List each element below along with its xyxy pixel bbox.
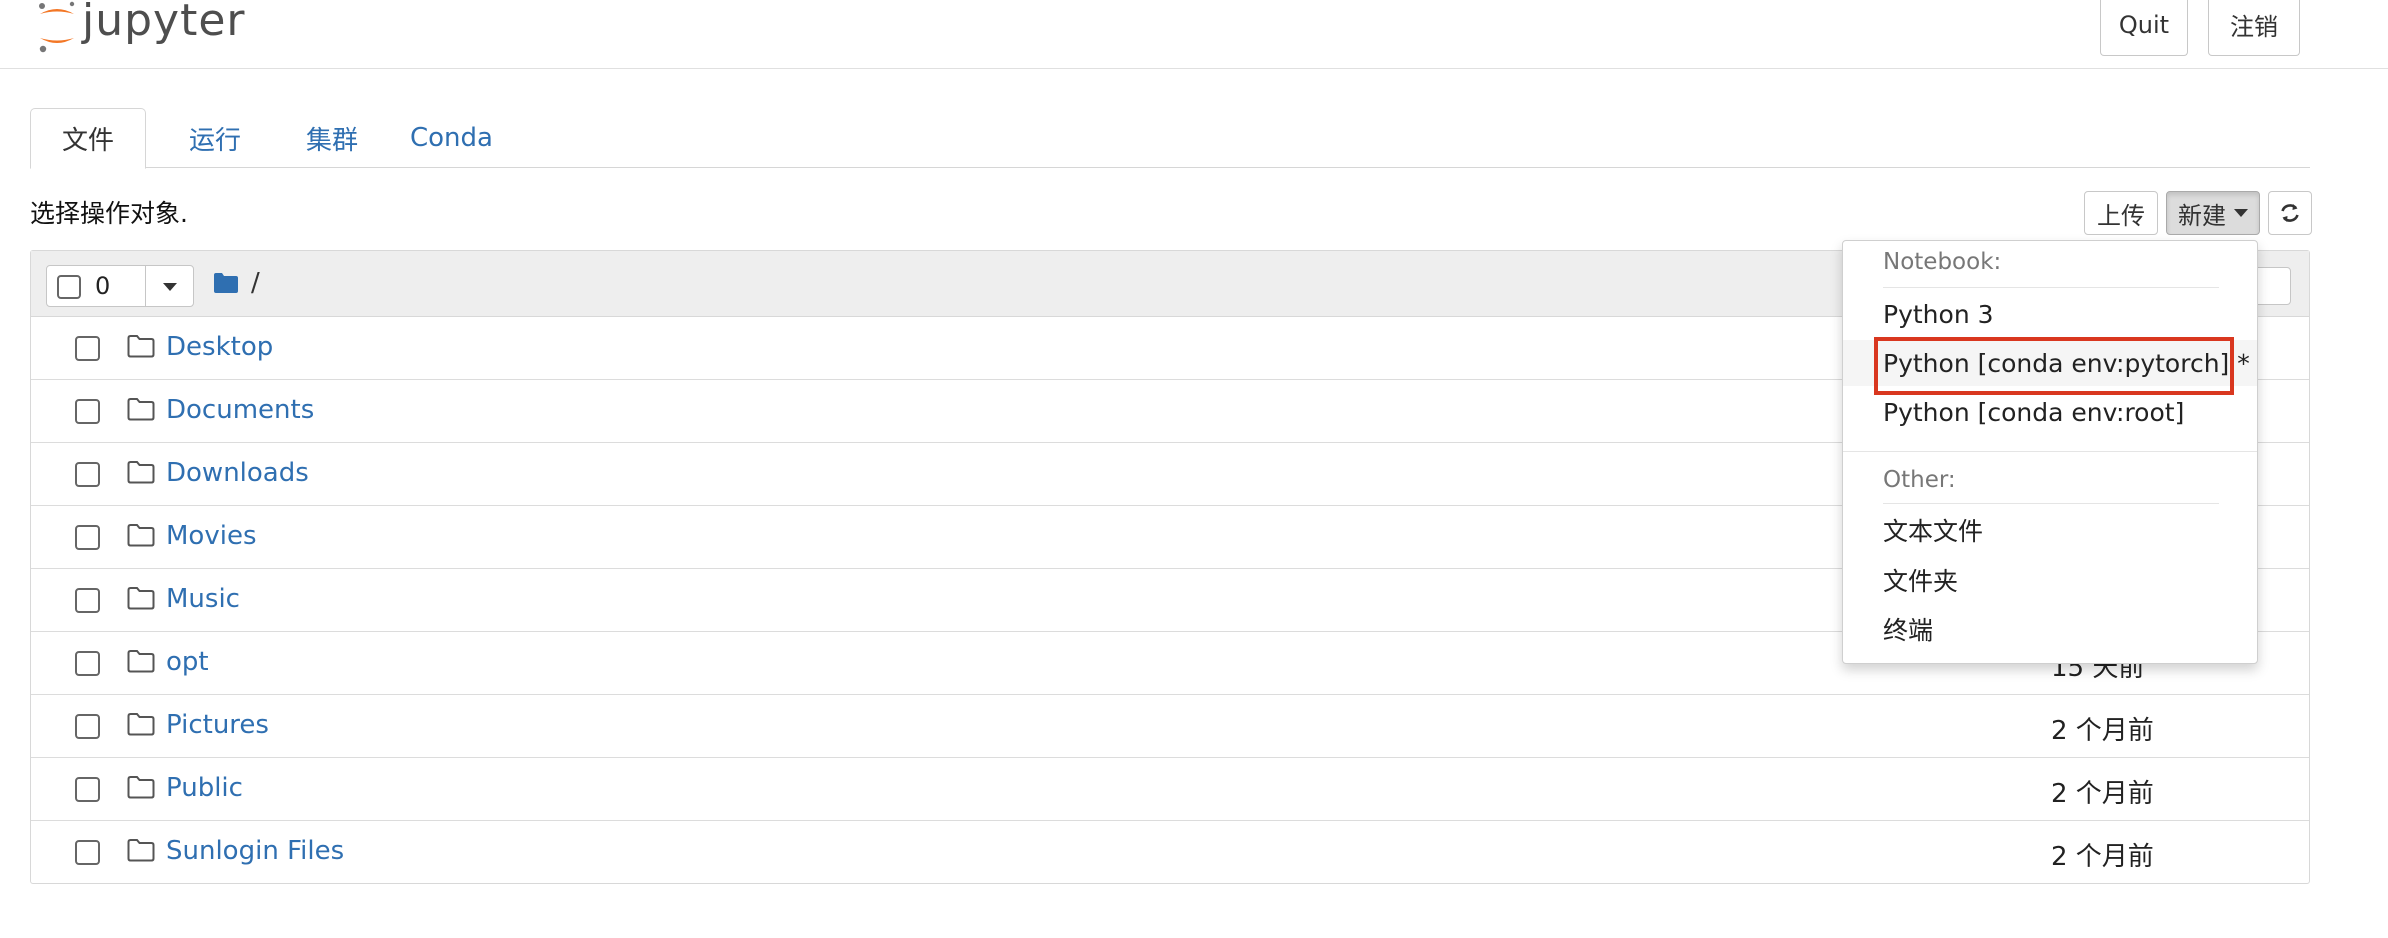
folder-icon <box>127 712 155 736</box>
folder-icon <box>127 586 155 610</box>
jupyter-logo-icon <box>39 1 75 53</box>
new-button-label: 新建 <box>2178 201 2226 230</box>
header: jupyter Quit 注销 <box>0 0 2388 69</box>
folder-link[interactable]: Movies <box>166 521 257 551</box>
notebook-section-header: Notebook: <box>1883 249 2002 275</box>
breadcrumb: / <box>213 265 260 301</box>
new-python3-item[interactable]: Python 3 <box>1843 291 2257 337</box>
select-all-group[interactable]: 0 <box>46 265 194 307</box>
logo-text: jupyter <box>82 0 246 46</box>
folder-link[interactable]: opt <box>166 647 209 677</box>
divider <box>1883 287 2219 288</box>
row-checkbox[interactable] <box>75 651 100 676</box>
modified-time: 2 个月前 <box>2051 779 2154 809</box>
divider <box>1883 503 2219 504</box>
tab-conda[interactable]: Conda <box>410 108 570 168</box>
folder-link[interactable]: Downloads <box>166 458 309 488</box>
row-checkbox[interactable] <box>75 525 100 550</box>
folder-icon <box>127 523 155 547</box>
folder-link[interactable]: Desktop <box>166 332 273 362</box>
folder-link[interactable]: Music <box>166 584 240 614</box>
selected-count: 0 <box>95 272 111 300</box>
folder-link[interactable]: Sunlogin Files <box>166 836 344 866</box>
folder-icon <box>127 397 155 421</box>
row-checkbox[interactable] <box>75 336 100 361</box>
divider <box>145 266 146 306</box>
folder-icon <box>127 460 155 484</box>
other-section-header: Other: <box>1883 467 1956 493</box>
folder-link[interactable]: Documents <box>166 395 314 425</box>
refresh-icon <box>2281 204 2299 222</box>
divider <box>1843 451 2257 452</box>
quit-button[interactable]: Quit <box>2100 0 2188 56</box>
refresh-button[interactable] <box>2268 191 2312 235</box>
tab-clusters[interactable]: 集群 <box>292 108 372 168</box>
new-button[interactable]: 新建 <box>2166 191 2260 235</box>
new-dropdown-menu: Notebook: Python 3 Python [conda env:pyt… <box>1842 240 2258 664</box>
new-python-pytorch-item[interactable]: Python [conda env:pytorch] * <box>1843 340 2257 386</box>
new-terminal-item[interactable]: 终端 <box>1843 606 2257 652</box>
tab-files[interactable]: 文件 <box>30 108 146 169</box>
folder-link[interactable]: Pictures <box>166 710 269 740</box>
modified-time: 2 个月前 <box>2051 716 2154 746</box>
folder-icon <box>127 775 155 799</box>
table-row[interactable]: Sunlogin Files 2 个月前 <box>31 821 2309 884</box>
select-hint-text: 选择操作对象. <box>30 199 188 228</box>
select-menu-caret-icon[interactable] <box>163 283 177 291</box>
folder-icon[interactable] <box>213 272 239 294</box>
folder-link[interactable]: Public <box>166 773 243 803</box>
tab-bar: 文件 运行 集群 Conda <box>30 108 2310 169</box>
breadcrumb-root[interactable]: / <box>251 268 260 298</box>
modified-time: 2 个月前 <box>2051 842 2154 872</box>
caret-down-icon <box>2234 209 2248 217</box>
row-checkbox[interactable] <box>75 840 100 865</box>
row-checkbox[interactable] <box>75 777 100 802</box>
upload-button[interactable]: 上传 <box>2084 191 2158 235</box>
folder-icon <box>127 334 155 358</box>
row-checkbox[interactable] <box>75 462 100 487</box>
tab-running[interactable]: 运行 <box>170 108 260 168</box>
new-text-file-item[interactable]: 文本文件 <box>1843 507 2257 553</box>
table-row[interactable]: Pictures 2 个月前 <box>31 695 2309 758</box>
jupyter-logo[interactable]: jupyter <box>34 0 246 56</box>
folder-icon <box>127 838 155 862</box>
new-folder-item[interactable]: 文件夹 <box>1843 557 2257 603</box>
table-row[interactable]: Public 2 个月前 <box>31 758 2309 821</box>
new-python-root-item[interactable]: Python [conda env:root] <box>1843 389 2257 435</box>
logout-button[interactable]: 注销 <box>2208 0 2300 56</box>
select-all-checkbox[interactable] <box>57 275 81 299</box>
row-checkbox[interactable] <box>75 588 100 613</box>
folder-icon <box>127 649 155 673</box>
row-checkbox[interactable] <box>75 399 100 424</box>
row-checkbox[interactable] <box>75 714 100 739</box>
